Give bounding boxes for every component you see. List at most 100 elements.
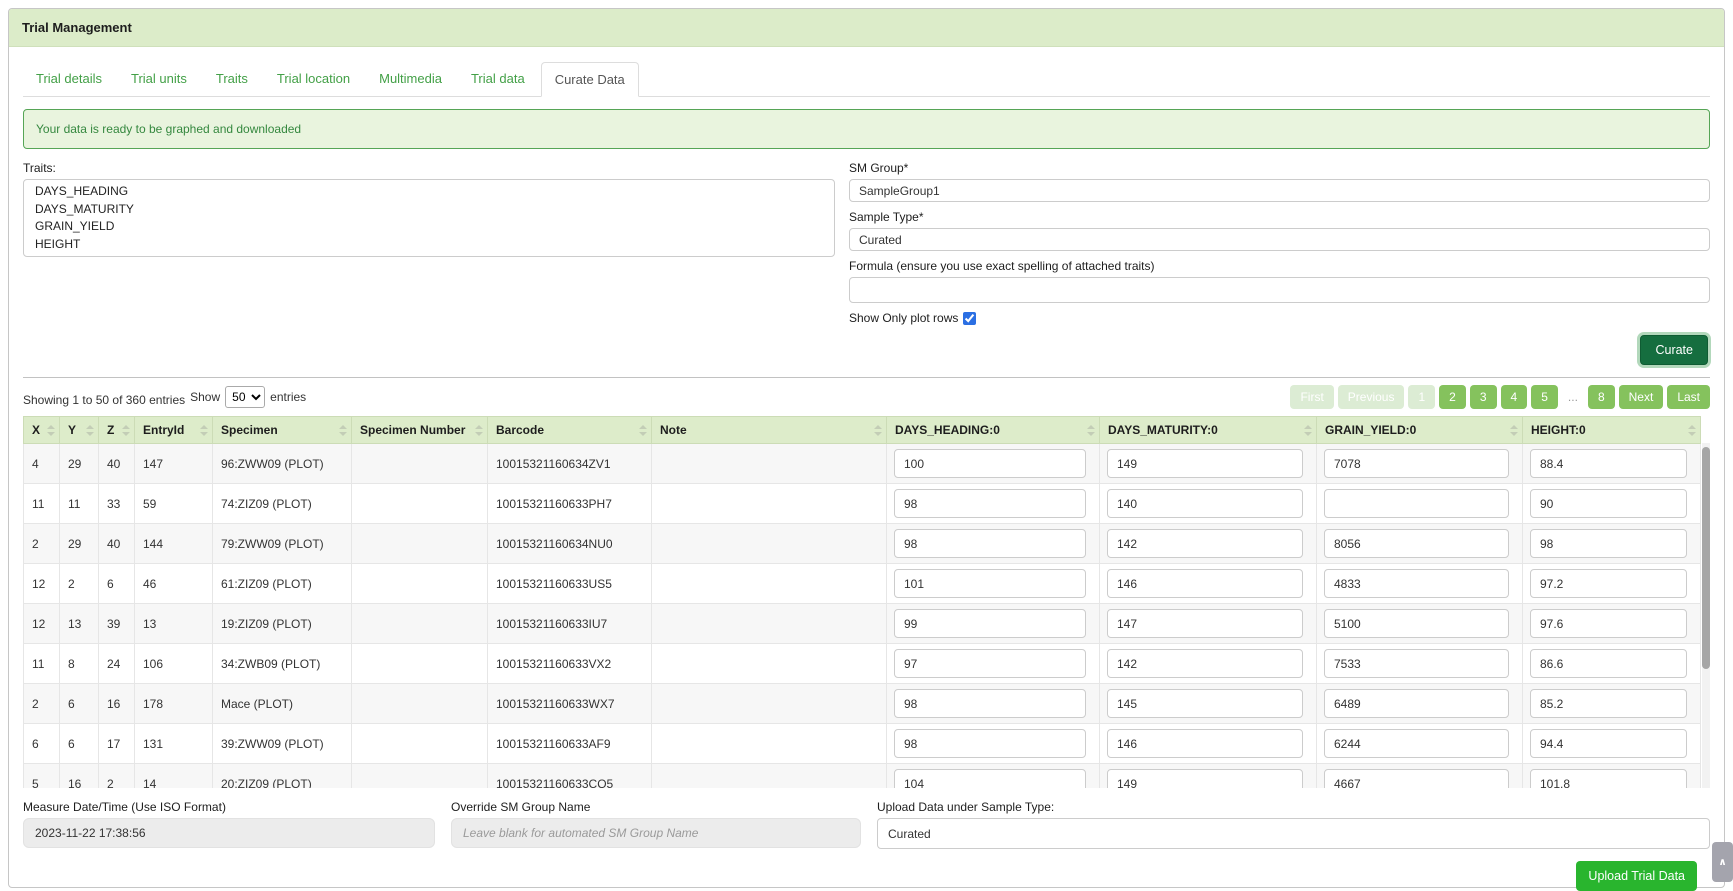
- height-value-input[interactable]: [1530, 449, 1687, 478]
- grain-yield-value-input[interactable]: [1324, 569, 1509, 598]
- height-value-input[interactable]: [1530, 729, 1687, 758]
- show-only-plot-rows-checkbox[interactable]: [963, 312, 976, 325]
- cell-barcode: 10015321160634ZV1: [488, 444, 652, 484]
- curate-button[interactable]: Curate: [1640, 335, 1708, 365]
- column-header-height-0[interactable]: HEIGHT:0: [1523, 417, 1701, 444]
- days-heading-value-input[interactable]: [894, 769, 1086, 788]
- days-heading-value-input[interactable]: [894, 689, 1086, 718]
- cell-x: 2: [24, 684, 60, 724]
- trait-option-days-maturity[interactable]: DAYS_MATURITY: [24, 201, 834, 219]
- pagination-8[interactable]: 8: [1588, 385, 1615, 409]
- pagination-previous[interactable]: Previous: [1338, 385, 1405, 409]
- override-sm-group-input[interactable]: [451, 818, 861, 848]
- grain-yield-value-input[interactable]: [1324, 529, 1509, 558]
- height-value-input[interactable]: [1530, 489, 1687, 518]
- grain-yield-value-input[interactable]: [1324, 449, 1509, 478]
- trait-option-height[interactable]: HEIGHT: [24, 236, 834, 254]
- table-scrollbar-thumb[interactable]: [1702, 447, 1710, 669]
- days-maturity-value-input[interactable]: [1107, 729, 1303, 758]
- cell-note: [652, 724, 887, 764]
- days-maturity-value-input[interactable]: [1107, 529, 1303, 558]
- column-header-z[interactable]: Z: [99, 417, 135, 444]
- tab-trial-data[interactable]: Trial data: [458, 62, 538, 97]
- column-header-grain-yield-0[interactable]: GRAIN_YIELD:0: [1317, 417, 1523, 444]
- tab-multimedia[interactable]: Multimedia: [366, 62, 455, 97]
- upload-sample-type-input[interactable]: [877, 818, 1710, 849]
- pagination-2[interactable]: 2: [1439, 385, 1466, 409]
- formula-input[interactable]: [849, 277, 1710, 303]
- grain-yield-value-input[interactable]: [1324, 489, 1509, 518]
- grain-yield-value-input[interactable]: [1324, 689, 1509, 718]
- column-header-label: Specimen: [221, 423, 278, 437]
- days-heading-value-input[interactable]: [894, 449, 1086, 478]
- days-heading-value-input[interactable]: [894, 609, 1086, 638]
- cell-specimen: 19:ZIZ09 (PLOT): [213, 604, 352, 644]
- page-size-select[interactable]: 50: [225, 386, 265, 408]
- sample-type-input[interactable]: [849, 228, 1710, 251]
- tab-traits[interactable]: Traits: [203, 62, 261, 97]
- cell-y: 16: [60, 764, 99, 789]
- grain-yield-value-input[interactable]: [1324, 649, 1509, 678]
- scroll-top-button[interactable]: ∧: [1712, 842, 1733, 882]
- days-maturity-value-input[interactable]: [1107, 689, 1303, 718]
- height-value-input[interactable]: [1530, 769, 1687, 788]
- page-title: Trial Management: [22, 20, 132, 35]
- upload-trial-data-button[interactable]: Upload Trial Data: [1576, 861, 1697, 891]
- grain-yield-value-input[interactable]: [1324, 729, 1509, 758]
- pagination-last[interactable]: Last: [1667, 385, 1710, 409]
- trait-option-grain-yield[interactable]: GRAIN_YIELD: [24, 218, 834, 236]
- trait-option-days-heading[interactable]: DAYS_HEADING: [24, 183, 834, 201]
- table-scrollbar-track[interactable]: [1702, 443, 1710, 788]
- column-header-entryid[interactable]: EntryId: [135, 417, 213, 444]
- sort-icon: [339, 425, 347, 436]
- days-maturity-value-input[interactable]: [1107, 489, 1303, 518]
- grain-yield-value-input[interactable]: [1324, 769, 1509, 788]
- grain-yield-value-input[interactable]: [1324, 609, 1509, 638]
- pagination-1[interactable]: 1: [1408, 385, 1435, 409]
- cell-z: 33: [99, 484, 135, 524]
- table-row: 2294014479:ZWW09 (PLOT)10015321160634NU0: [24, 524, 1701, 564]
- sm-group-input[interactable]: [849, 179, 1710, 202]
- tab-curate-data[interactable]: Curate Data: [541, 62, 639, 97]
- height-value-input[interactable]: [1530, 649, 1687, 678]
- sort-icon: [1087, 425, 1095, 436]
- days-maturity-value-input[interactable]: [1107, 609, 1303, 638]
- tab-trial-location[interactable]: Trial location: [264, 62, 363, 97]
- height-value-input[interactable]: [1530, 569, 1687, 598]
- traits-listbox[interactable]: DAYS_HEADINGDAYS_MATURITYGRAIN_YIELDHEIG…: [23, 179, 835, 257]
- days-maturity-value-input[interactable]: [1107, 769, 1303, 788]
- column-header-x[interactable]: X: [24, 417, 60, 444]
- height-value-input[interactable]: [1530, 529, 1687, 558]
- tab-trial-units[interactable]: Trial units: [118, 62, 200, 97]
- column-header-days-heading-0[interactable]: DAYS_HEADING:0: [887, 417, 1100, 444]
- pagination-4[interactable]: 4: [1501, 385, 1528, 409]
- cell-grain-yield: [1317, 724, 1523, 764]
- cell-days-maturity: [1100, 644, 1317, 684]
- column-header-days-maturity-0[interactable]: DAYS_MATURITY:0: [1100, 417, 1317, 444]
- days-maturity-value-input[interactable]: [1107, 449, 1303, 478]
- column-header-note[interactable]: Note: [652, 417, 887, 444]
- column-header-specimen-number[interactable]: Specimen Number: [352, 417, 488, 444]
- height-value-input[interactable]: [1530, 609, 1687, 638]
- pagination-first[interactable]: First: [1290, 385, 1333, 409]
- column-header-specimen[interactable]: Specimen: [213, 417, 352, 444]
- pagination-5[interactable]: 5: [1531, 385, 1558, 409]
- height-value-input[interactable]: [1530, 689, 1687, 718]
- days-heading-value-input[interactable]: [894, 489, 1086, 518]
- column-header-barcode[interactable]: Barcode: [488, 417, 652, 444]
- pagination-3[interactable]: 3: [1470, 385, 1497, 409]
- cell-z: 40: [99, 524, 135, 564]
- measure-datetime-input[interactable]: [23, 818, 435, 848]
- pagination-next[interactable]: Next: [1619, 385, 1664, 409]
- days-maturity-value-input[interactable]: [1107, 569, 1303, 598]
- sort-icon: [475, 425, 483, 436]
- tab-trial-details[interactable]: Trial details: [23, 62, 115, 97]
- days-heading-value-input[interactable]: [894, 569, 1086, 598]
- cell-days-maturity: [1100, 764, 1317, 789]
- days-maturity-value-input[interactable]: [1107, 649, 1303, 678]
- days-heading-value-input[interactable]: [894, 729, 1086, 758]
- column-header-y[interactable]: Y: [60, 417, 99, 444]
- panel-header: Trial Management: [9, 9, 1724, 47]
- days-heading-value-input[interactable]: [894, 649, 1086, 678]
- days-heading-value-input[interactable]: [894, 529, 1086, 558]
